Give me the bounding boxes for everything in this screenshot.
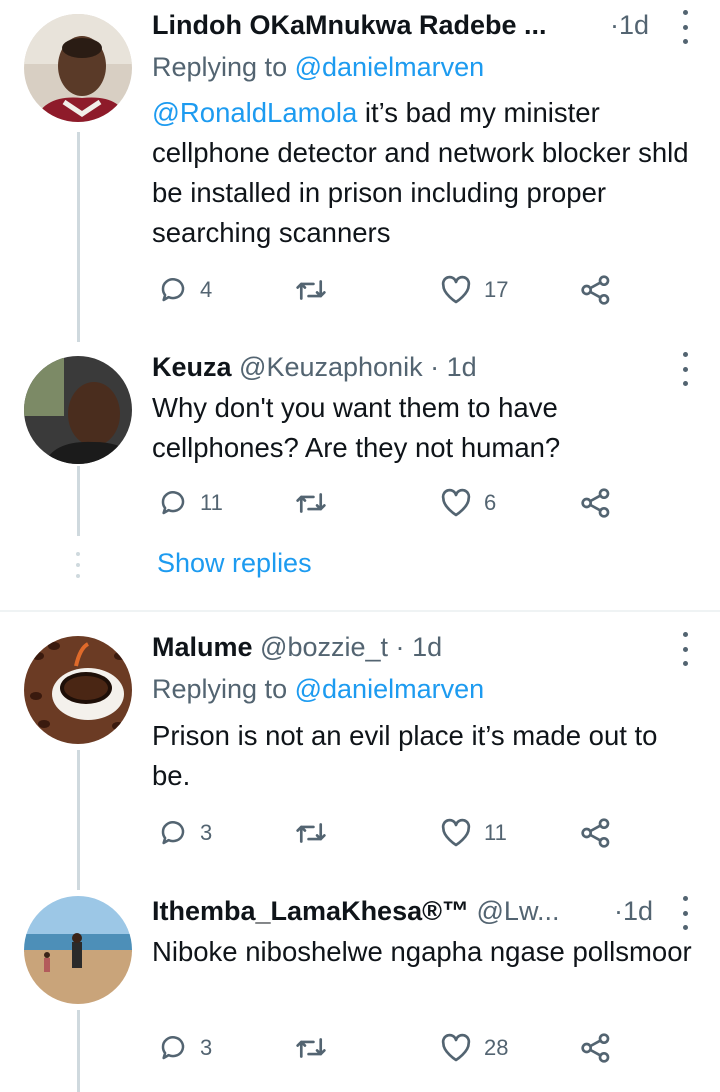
timestamp[interactable]: 1d [412, 632, 442, 662]
like-icon [441, 275, 471, 304]
more-options-icon[interactable] [680, 632, 690, 666]
retweet-icon [296, 280, 326, 300]
reply-count: 11 [200, 490, 223, 515]
tweet-actions: 3 28 [152, 1030, 622, 1066]
replying-to-link[interactable]: @danielmarven [295, 52, 485, 82]
retweet-button[interactable] [294, 1030, 340, 1066]
tweet-header: Keuza @Keuzaphonik · 1d [152, 352, 477, 382]
reply-icon [161, 491, 185, 515]
tweet-text: Prison is not an evil place it’s made ou… [152, 720, 658, 791]
replying-to-link[interactable]: @danielmarven [295, 674, 485, 704]
tweet-actions: 11 6 [152, 485, 622, 521]
like-count: 6 [484, 490, 497, 515]
user-handle[interactable]: @Keuzaphonik [239, 352, 423, 382]
reply-count: 3 [200, 820, 213, 845]
avatar[interactable] [24, 636, 132, 744]
share-icon [581, 1033, 610, 1063]
more-options-icon[interactable] [680, 10, 690, 44]
tweet-text: Niboke niboshelwe ngapha ngase pollsmoor [152, 936, 692, 967]
tweet-header: Ithemba_LamaKhesa®™ @Lw... [152, 894, 660, 928]
retweet-button[interactable] [294, 272, 340, 308]
reply-icon [161, 821, 185, 845]
like-count: 17 [484, 277, 509, 302]
user-handle[interactable]: @bozzie_t [260, 632, 388, 662]
reply-button[interactable]: 3 [158, 815, 212, 851]
more-options-icon[interactable] [680, 896, 690, 930]
tweet-lindoh[interactable]: Lindoh OKaMnukwa Radebe ... ·1d Replying… [0, 0, 720, 340]
more-options-icon[interactable] [680, 352, 690, 386]
avatar[interactable] [24, 14, 132, 122]
tweet-text: Why don't you want them to have cellphon… [152, 392, 561, 463]
tweet-actions: 3 11 [152, 815, 622, 851]
reply-count: 3 [200, 1035, 213, 1060]
tweet-text: @RonaldLamola it’s bad my minister cellp… [152, 97, 689, 248]
show-replies-link[interactable]: Show replies [157, 548, 312, 579]
tweet-header: Malume @bozzie_t · 1d [152, 632, 443, 662]
share-button[interactable] [580, 815, 612, 851]
reply-button[interactable]: 4 [158, 272, 212, 308]
replying-to: Replying to @danielmarven [152, 674, 485, 704]
display-name[interactable]: Keuza [152, 352, 232, 382]
share-button[interactable] [580, 272, 612, 308]
like-count: 11 [484, 820, 507, 845]
thread-collapsed-dots [74, 552, 82, 578]
like-icon [441, 818, 471, 847]
like-button[interactable]: 28 [440, 1030, 508, 1066]
replying-to: Replying to @danielmarven [152, 52, 485, 82]
reply-button[interactable]: 3 [158, 1030, 212, 1066]
reply-icon [161, 1036, 185, 1060]
retweet-icon [296, 493, 326, 513]
reply-button[interactable]: 11 [158, 485, 223, 521]
retweet-button[interactable] [294, 815, 340, 851]
retweet-icon [296, 823, 326, 843]
like-count: 28 [484, 1035, 509, 1060]
share-icon [581, 275, 610, 305]
display-name[interactable]: Malume [152, 632, 253, 662]
timestamp[interactable]: ·1d [610, 8, 649, 42]
avatar[interactable] [24, 356, 132, 464]
like-button[interactable]: 6 [440, 485, 496, 521]
share-button[interactable] [580, 1030, 612, 1066]
tweet-malume[interactable]: Malume @bozzie_t · 1d Replying to @danie… [0, 612, 720, 882]
tweet-ithemba[interactable]: Ithemba_LamaKhesa®™ @Lw... ·1d Niboke ni… [0, 882, 720, 1092]
tweet-keuza[interactable]: Keuza @Keuzaphonik · 1d Why don't you wa… [0, 340, 720, 540]
retweet-button[interactable] [294, 485, 340, 521]
display-name[interactable]: Ithemba_LamaKhesa®™ [152, 896, 469, 926]
avatar[interactable] [24, 896, 132, 1004]
reply-icon [161, 278, 185, 302]
share-icon [581, 488, 610, 518]
reply-count: 4 [200, 277, 213, 302]
user-handle[interactable]: @Lw... [477, 896, 560, 926]
timestamp[interactable]: ·1d [614, 894, 653, 928]
tweet-header: Lindoh OKaMnukwa Radebe ... [152, 8, 660, 42]
like-icon [441, 488, 471, 517]
retweet-icon [296, 1038, 326, 1058]
display-name[interactable]: Lindoh OKaMnukwa Radebe ... [152, 10, 547, 40]
mention-link[interactable]: @RonaldLamola [152, 97, 357, 128]
share-icon [581, 818, 610, 848]
like-button[interactable]: 17 [440, 272, 508, 308]
share-button[interactable] [580, 485, 612, 521]
timestamp[interactable]: 1d [447, 352, 477, 382]
like-button[interactable]: 11 [440, 815, 507, 851]
tweet-actions: 4 17 [152, 272, 622, 308]
like-icon [441, 1033, 471, 1062]
